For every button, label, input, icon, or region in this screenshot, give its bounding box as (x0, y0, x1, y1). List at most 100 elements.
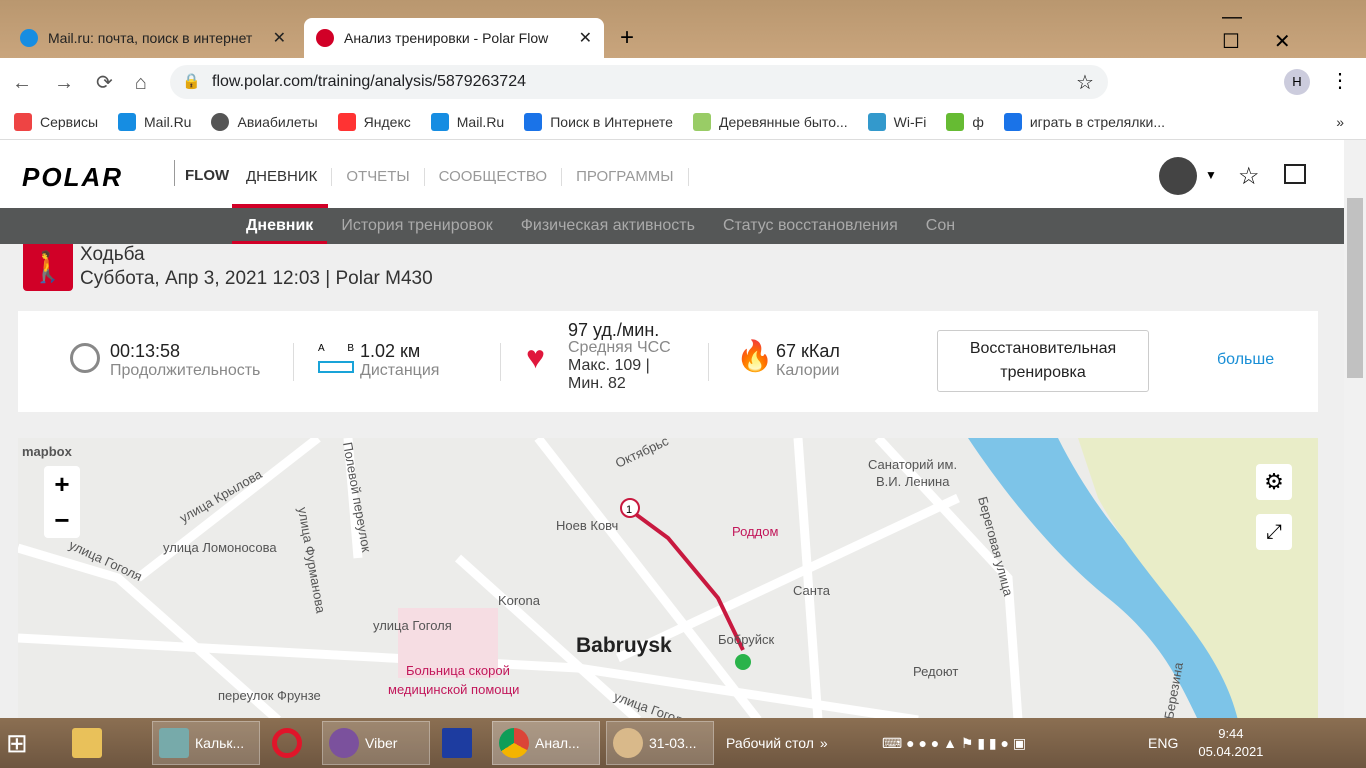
url-input[interactable]: flow.polar.com/training/analysis/5879263… (170, 65, 1108, 99)
svg-text:улица Гоголя: улица Гоголя (373, 618, 452, 633)
save-app-icon[interactable] (436, 721, 486, 765)
svg-text:Полевой переулок: Полевой переулок (340, 441, 374, 554)
opera-icon[interactable] (266, 721, 316, 765)
distance-icon: AB (318, 343, 354, 354)
duration-label: Продолжительность (110, 362, 261, 379)
language-indicator[interactable]: ENG (1142, 721, 1184, 765)
map-canvas: 1 улица Крылова Полевой переулок улица Ф… (18, 438, 1318, 720)
mapbox-logo[interactable]: mapbox (22, 444, 72, 459)
mailru-icon (20, 29, 38, 47)
scrollbar[interactable] (1344, 140, 1366, 718)
subnav-recovery[interactable]: Статус восстановления (709, 208, 912, 244)
subnav-activity[interactable]: Физическая активность (507, 208, 709, 244)
url-text: flow.polar.com/training/analysis/5879263… (212, 73, 526, 90)
tab-mailru[interactable]: Mail.ru: почта, поиск в интернет ✕ (8, 18, 298, 58)
svg-text:Санаторий им.: Санаторий им. (868, 457, 957, 472)
heart-icon: ♥ (526, 339, 545, 375)
route-map[interactable]: 1 улица Крылова Полевой переулок улица Ф… (18, 438, 1318, 720)
svg-text:улица Фурманова: улица Фурманова (295, 506, 329, 615)
system-tray[interactable]: ⌨ ● ● ● ▲ ⚑ ▮ ▮ ● ▣ (876, 721, 1136, 765)
bookmark[interactable]: Деревянные быто... (692, 112, 848, 131)
start-button[interactable]: ⊞ (0, 721, 60, 765)
paint-icon (613, 728, 643, 758)
star-icon[interactable]: ☆ (1076, 70, 1094, 95)
distance-value: 1.02 км (360, 341, 421, 361)
polar-favicon-icon (316, 29, 334, 47)
calculator-icon (159, 728, 189, 758)
window-controls[interactable]: —☐✕ (1222, 6, 1366, 54)
user-avatar[interactable] (1159, 157, 1197, 195)
bookmark[interactable]: играть в стрелялки... (1003, 112, 1165, 131)
bookmark[interactable]: ф (946, 112, 984, 131)
bookmark[interactable]: Wi-Fi (867, 112, 926, 131)
svg-text:В.И. Ленина: В.И. Ленина (876, 474, 950, 489)
desktop-toolbar[interactable]: Рабочий стол » (720, 721, 870, 765)
hr-value: 97 уд./мин. (568, 320, 660, 340)
zoom-in-button[interactable]: + (44, 466, 80, 502)
zoom-out-button[interactable]: − (44, 502, 80, 538)
svg-text:Korona: Korona (498, 593, 541, 608)
lap-number: 1 (626, 504, 632, 516)
svg-text:медицинской помощи: медицинской помощи (388, 682, 519, 697)
notifications-icon[interactable] (1284, 164, 1306, 184)
polar-logo[interactable]: POLAR (22, 162, 123, 193)
bookmark[interactable]: Сервисы (14, 112, 98, 131)
tab-polar[interactable]: Анализ тренировки - Polar Flow ✕ (304, 18, 604, 58)
bookmark[interactable]: Яндекс (337, 112, 411, 131)
nav-diary[interactable]: ДНЕВНИК (232, 168, 333, 186)
flame-icon: 🔥 (736, 340, 774, 373)
sport-name: Ходьба (80, 244, 145, 265)
taskbar-viber[interactable]: Viber (322, 721, 430, 765)
nav-programs[interactable]: ПРОГРАММЫ (562, 168, 689, 186)
menu-icon[interactable]: ⋮ (1330, 68, 1350, 93)
nav-community[interactable]: СООБЩЕСТВО (425, 168, 563, 186)
new-tab-button[interactable]: + (620, 24, 634, 52)
bookmark[interactable]: Mail.Ru (118, 112, 191, 131)
hr-max: Макс. 109 | (568, 357, 650, 374)
subnav-diary[interactable]: Дневник (232, 208, 328, 244)
svg-text:переулок Фрунзе: переулок Фрунзе (218, 688, 321, 703)
hr-min: Мин. 82 (568, 375, 626, 392)
settings-gear-icon[interactable]: ⚙ (1256, 464, 1292, 500)
more-link[interactable]: больше (1217, 351, 1274, 369)
start-marker (735, 654, 751, 670)
taskbar-chrome[interactable]: Анал... (492, 721, 600, 765)
subnav-sleep[interactable]: Сон (912, 208, 969, 244)
tab-title: Mail.ru: почта, поиск в интернет (48, 30, 253, 46)
taskbar-paint[interactable]: 31-03... (606, 721, 714, 765)
training-summary: 00:13:58 Продолжительность AB 1.02 км Дист… (18, 311, 1318, 412)
favorites-star-icon[interactable]: ☆ (1238, 162, 1260, 191)
nav-buttons[interactable]: ←→⟳⌂ (12, 70, 169, 95)
chevron-down-icon[interactable]: ▼ (1205, 168, 1217, 182)
bookmark[interactable]: Авиабилеты (211, 112, 318, 131)
ruler-icon (318, 361, 354, 373)
training-benefit-button[interactable]: Восстановительная тренировка (937, 330, 1149, 392)
roads (18, 438, 1023, 720)
close-icon[interactable]: ✕ (579, 28, 592, 48)
subnav-history[interactable]: История тренировок (327, 208, 506, 244)
tab-title: Анализ тренировки - Polar Flow (344, 30, 549, 46)
clock[interactable]: 9:44 05.04.2021 (1198, 725, 1263, 761)
taskbar-calculator[interactable]: Кальк... (152, 721, 260, 765)
close-icon[interactable]: ✕ (273, 28, 286, 48)
walking-icon: 🚶 (23, 244, 73, 291)
taskbar: ⊞ Кальк... Viber Анал... 31-03... Рабочи… (0, 718, 1366, 768)
fullscreen-icon[interactable]: ⤢ (1256, 514, 1292, 550)
flow-label: FLOW (174, 160, 229, 186)
more-bookmarks-icon[interactable]: » (1336, 114, 1344, 130)
nav-reports[interactable]: ОТЧЕТЫ (332, 168, 425, 186)
profile-avatar[interactable]: Н (1284, 69, 1310, 95)
svg-text:Роддом: Роддом (732, 524, 778, 539)
bookmark[interactable]: Mail.Ru (430, 112, 504, 131)
svg-text:Березина: Березина (1161, 660, 1186, 720)
explorer-icon[interactable] (66, 721, 146, 765)
lock-icon[interactable]: 🔒 (182, 72, 201, 90)
bookmark[interactable]: Поиск в Интернете (524, 112, 673, 131)
svg-text:Октябрьс: Октябрьс (613, 438, 671, 471)
hr-label: Средняя ЧСС (568, 339, 671, 356)
chrome-icon (499, 728, 529, 758)
svg-text:Больница скорой: Больница скорой (406, 663, 510, 678)
scrollbar-thumb[interactable] (1347, 198, 1363, 378)
svg-text:Санта: Санта (793, 583, 831, 598)
svg-text:Редоют: Редоют (913, 664, 958, 679)
